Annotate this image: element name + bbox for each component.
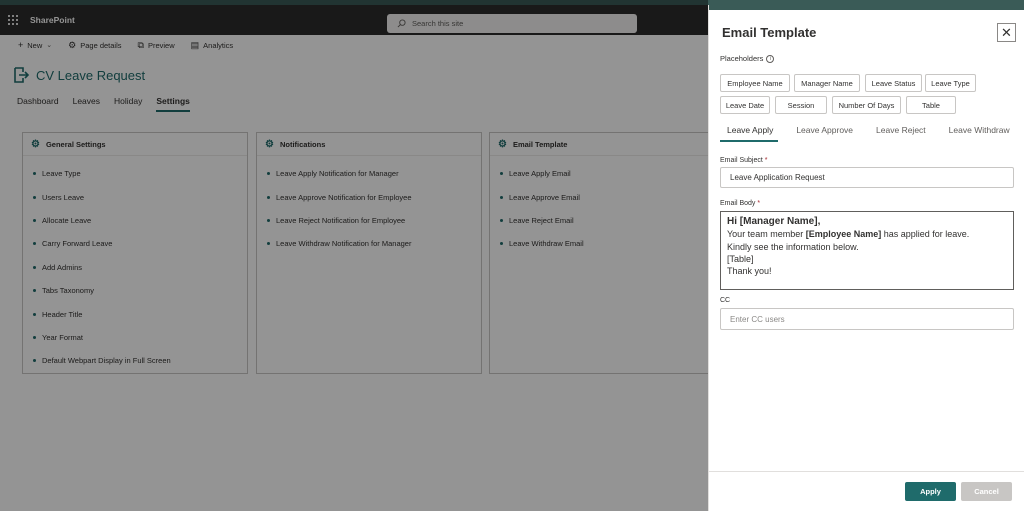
email-subject-label-text: Email Subject	[720, 157, 763, 164]
email-body-label: Email Body *	[720, 200, 760, 207]
panel-title: Email Template	[722, 25, 817, 40]
info-icon[interactable]: i	[766, 54, 775, 63]
panel-accent-strip	[709, 5, 1024, 10]
close-icon: ✕	[1001, 24, 1012, 40]
body-line-1-prefix: Your team member	[727, 229, 806, 240]
placeholder-chip[interactable]: Number Of Days	[832, 96, 901, 114]
required-marker: *	[764, 157, 768, 164]
body-line-1-placeholder: [Employee Name]	[805, 229, 882, 240]
cancel-button[interactable]: Cancel	[961, 482, 1012, 501]
body-line-1-suffix: has applied for leave.	[881, 229, 970, 240]
cc-input[interactable]: Enter CC users	[720, 308, 1014, 330]
placeholder-chip[interactable]: Leave Status	[865, 74, 922, 92]
close-button[interactable]: ✕	[997, 23, 1016, 42]
email-body-editor[interactable]: Hi [Manager Name], Your team member [Emp…	[720, 211, 1014, 290]
body-line-3: [Table]	[727, 253, 754, 264]
panel-footer: Apply Cancel	[709, 471, 1024, 511]
body-line-1: Your team member [Employee Name] has app…	[727, 228, 1007, 240]
tab-leave-apply[interactable]: Leave Apply	[720, 125, 779, 142]
tab-leave-approve[interactable]: Leave Approve	[790, 125, 858, 142]
tab-leave-withdraw[interactable]: Leave Withdraw	[943, 125, 1015, 142]
placeholder-chip[interactable]: Session	[775, 96, 827, 114]
body-line-2: Kindly see the information below.	[727, 241, 859, 252]
template-tabs: Leave Apply Leave Approve Leave Reject L…	[720, 125, 1015, 142]
placeholder-chip[interactable]: Employee Name	[720, 74, 790, 92]
body-greeting: Hi [Manager Name],	[727, 216, 821, 227]
email-subject-label: Email Subject *	[720, 157, 767, 164]
placeholder-chip[interactable]: Table	[906, 96, 956, 114]
placeholders-label: Placeholders i	[720, 54, 775, 63]
email-template-panel: Email Template ✕ Placeholders i Employee…	[708, 5, 1024, 511]
cc-label: CC	[720, 297, 731, 304]
email-subject-input[interactable]: Leave Application Request	[720, 167, 1014, 188]
tab-leave-reject[interactable]: Leave Reject	[870, 125, 931, 142]
placeholders-label-text: Placeholders	[720, 54, 764, 63]
body-line-4: Thank you!	[727, 266, 772, 277]
placeholder-chip[interactable]: Manager Name	[794, 74, 860, 92]
email-body-label-text: Email Body	[720, 200, 756, 207]
placeholder-chip[interactable]: Leave Type	[925, 74, 976, 92]
apply-button[interactable]: Apply	[905, 482, 956, 501]
modal-overlay[interactable]	[0, 0, 708, 511]
required-marker: *	[757, 200, 761, 207]
placeholder-chip[interactable]: Leave Date	[720, 96, 770, 114]
